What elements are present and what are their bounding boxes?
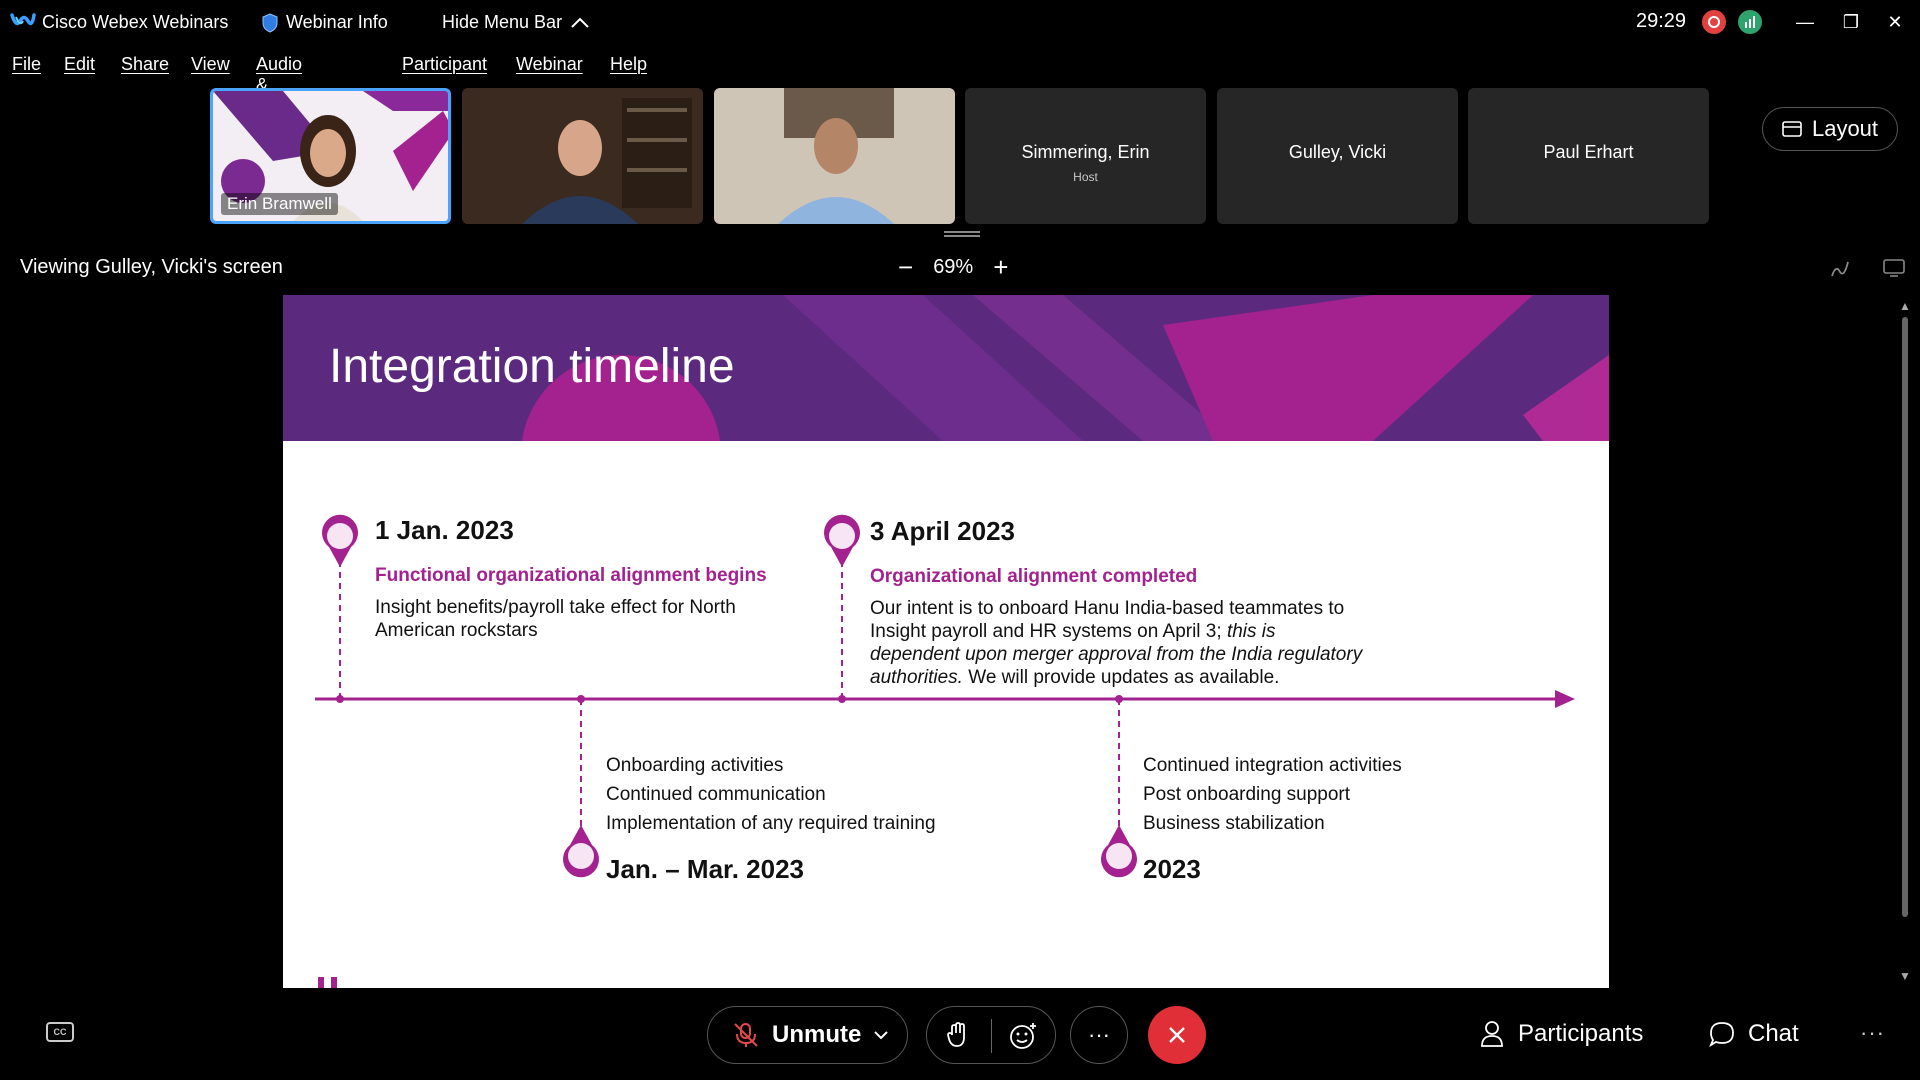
viewing-screen-label: Viewing Gulley, Vicki's screen [20,256,283,278]
person-icon [1481,1021,1503,1047]
webinar-info-label: Webinar Info [286,12,388,32]
vertical-scrollbar[interactable]: ▲ ▼ [1896,295,1914,988]
shared-screen-area: Integration timeline 1 Jan. 2023 Functio… [0,295,1920,988]
webex-logo-icon [10,13,36,26]
overflow-menu-button[interactable]: ··· [1860,1020,1885,1046]
text-plain: We will provide updates as available. [962,667,1280,688]
chat-bubble-icon [1709,1022,1734,1048]
strip-resize-handle[interactable] [944,231,980,237]
shield-icon [262,12,278,33]
app-title: Cisco Webex Webinars [42,12,229,32]
reactions-group [926,1006,1056,1064]
activity-line: Continued integration activities [1143,755,1402,776]
milestone-text-line: Insight payroll and HR systems on April … [870,620,1276,643]
menu-help[interactable]: Help [610,52,647,77]
layout-icon [1782,121,1802,137]
webinar-info-button[interactable]: Webinar Info [262,12,388,33]
video-feed [714,88,955,224]
zoom-in-button[interactable]: + [993,254,1008,280]
milestone-date: 2023 [1143,854,1201,884]
video-tile-erin-bramwell[interactable]: Erin Bramwell [210,88,451,224]
text-italic: dependent upon merger approval from the … [870,644,1363,665]
annotate-icon[interactable] [1830,258,1852,280]
presentation-slide: Integration timeline 1 Jan. 2023 Functio… [283,295,1609,988]
closed-captions-button[interactable]: CC [46,1022,74,1042]
menu-webinar[interactable]: Webinar [516,52,583,77]
milestone-date: 1 Jan. 2023 [375,515,514,545]
meeting-controls: CC Unmute ··· Participants Chat ··· [0,988,1920,1080]
participant-tile-simmering-erin[interactable]: Simmering, Erin Host [965,88,1206,224]
chat-label: Chat [1748,1020,1799,1047]
scroll-up-arrow-icon[interactable]: ▲ [1898,299,1912,313]
screen-options-icon[interactable] [1882,258,1906,278]
session-timer: 29:29 [1636,10,1687,32]
milestone-text-line: American rockstars [375,620,538,641]
title-bar: Cisco Webex Webinars Webinar Info Hide M… [0,0,1920,44]
layout-button[interactable]: Layout [1762,107,1898,151]
zoom-control: − 69% + [898,254,1008,280]
video-tile-participant-2[interactable] [462,88,703,224]
chevron-down-icon [874,1031,889,1040]
muted-mic-icon [734,1023,758,1047]
divider [991,1019,992,1053]
emoji-reaction-icon[interactable] [1009,1021,1039,1056]
milestone-subtitle: Organizational alignment completed [870,566,1198,587]
text-italic: authorities. [870,667,963,688]
unmute-label: Unmute [772,1021,862,1048]
participant-name: Paul Erhart [1543,142,1634,162]
slide-title: Integration timeline [329,340,735,393]
recording-icon[interactable] [1702,10,1726,34]
zoom-out-button[interactable]: − [898,254,913,280]
text-italic: this is [1226,621,1276,642]
slide-header: Integration timeline [283,295,1609,441]
activity-line: Onboarding activities [606,755,784,776]
menu-file[interactable]: File [12,52,41,77]
zoom-level: 69% [933,255,974,278]
activity-line: Post onboarding support [1143,784,1351,805]
activity-line: Business stabilization [1143,813,1325,834]
milestone-date: Jan. – Mar. 2023 [606,854,805,884]
close-window-button[interactable]: ✕ [1872,6,1918,38]
chat-button[interactable]: Chat [1708,1020,1799,1048]
participant-name: Gulley, Vicki [1288,142,1387,162]
text-plain: Insight payroll and HR systems on April … [870,621,1227,642]
scroll-thumb[interactable] [1902,317,1908,917]
minimize-button[interactable]: — [1782,6,1828,38]
milestone-text-line: authorities. We will provide updates as … [870,666,1279,689]
milestone-text-line: Insight benefits/payroll take effect for… [375,597,736,618]
video-feed [462,88,703,224]
menu-participant[interactable]: Participant [402,52,487,77]
more-options-button[interactable]: ··· [1070,1006,1128,1064]
activity-line: Implementation of any required training [606,813,936,834]
participants-label: Participants [1518,1020,1644,1047]
network-stats-icon[interactable] [1738,10,1762,34]
leave-meeting-button[interactable] [1148,1006,1206,1064]
host-label: Host [1073,170,1098,184]
restore-button[interactable]: ❐ [1828,6,1874,38]
menu-edit[interactable]: Edit [64,52,95,77]
layout-label: Layout [1811,116,1879,141]
close-icon [1169,1027,1185,1043]
participant-name: Simmering, Erin [1021,142,1150,162]
milestone-text-line: dependent upon merger approval from the … [870,643,1362,666]
hide-menu-bar-button[interactable]: Hide Menu Bar [442,12,590,33]
milestone-subtitle: Functional organizational alignment begi… [375,565,767,586]
milestone-date: 3 April 2023 [870,516,1016,546]
menu-share[interactable]: Share [121,52,169,77]
participant-tile-paul-erhart[interactable]: Paul Erhart [1468,88,1709,224]
participant-tile-gulley-vicki[interactable]: Gulley, Vicki [1217,88,1458,224]
menu-view[interactable]: View [191,52,230,77]
chevron-up-icon [571,17,589,28]
activity-line: Continued communication [606,784,826,805]
hide-menu-label: Hide Menu Bar [442,12,563,32]
milestone-text-line: Our intent is to onboard Hanu India-base… [870,598,1345,619]
scroll-down-arrow-icon[interactable]: ▼ [1898,969,1912,983]
video-tile-participant-3[interactable] [714,88,955,224]
raise-hand-icon[interactable] [945,1021,971,1054]
unmute-button[interactable]: Unmute [707,1006,908,1064]
participants-button[interactable]: Participants [1480,1020,1643,1048]
participant-name-label: Erin Bramwell [221,193,338,215]
